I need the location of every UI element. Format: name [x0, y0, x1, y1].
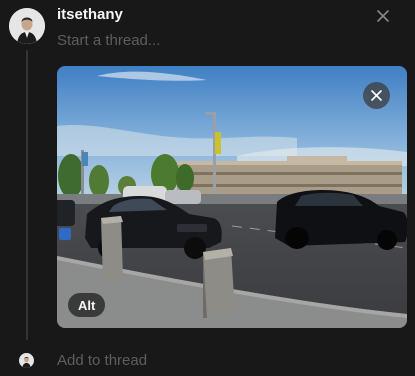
- attached-photo: Alt: [57, 66, 407, 328]
- thread-connector-line: [26, 50, 28, 340]
- small-avatar: [19, 353, 34, 368]
- close-icon[interactable]: [373, 6, 393, 26]
- username[interactable]: itsethany: [57, 6, 123, 23]
- add-to-thread-button[interactable]: Add to thread: [57, 352, 147, 369]
- avatar[interactable]: [9, 8, 45, 44]
- alt-text-button[interactable]: Alt: [68, 293, 106, 317]
- x-circle-icon[interactable]: [363, 82, 390, 109]
- thread-text-input[interactable]: Start a thread...: [57, 32, 160, 49]
